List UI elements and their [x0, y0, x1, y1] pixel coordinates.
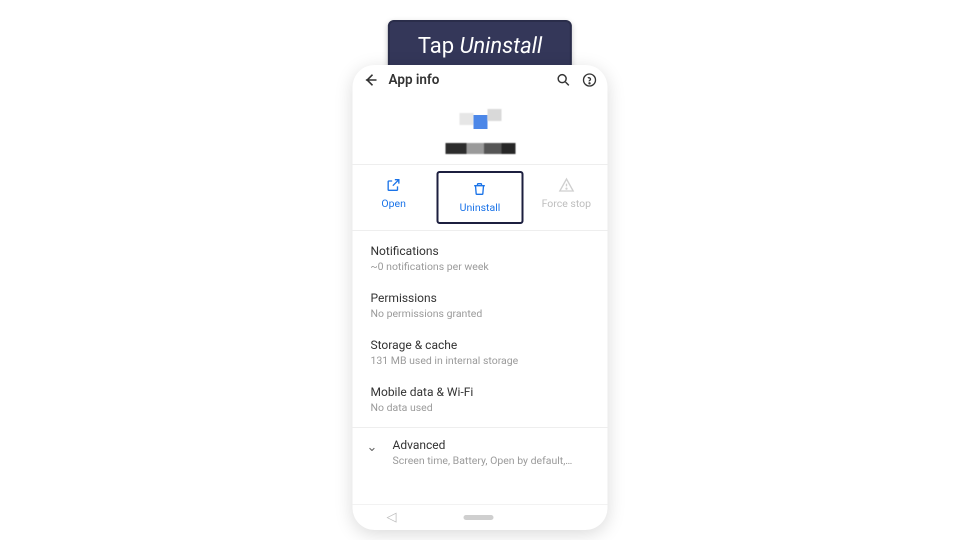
back-arrow-icon[interactable]: [363, 72, 379, 88]
row-label: Storage & cache: [371, 338, 590, 352]
open-button[interactable]: Open: [353, 169, 435, 226]
uninstall-button[interactable]: Uninstall: [437, 171, 523, 224]
phone-frame: App info Open Uninstall: [353, 65, 608, 530]
page-title: App info: [389, 72, 546, 88]
help-icon[interactable]: [582, 72, 598, 88]
row-label: Permissions: [371, 291, 590, 305]
row-label: Notifications: [371, 244, 590, 258]
row-label: Advanced: [393, 438, 573, 452]
storage-row[interactable]: Storage & cache 131 MB used in internal …: [353, 329, 608, 376]
app-header: [353, 95, 608, 164]
advanced-row[interactable]: ⌄ Advanced Screen time, Battery, Open by…: [353, 428, 608, 477]
notifications-row[interactable]: Notifications ~0 notifications per week: [353, 235, 608, 282]
app-bar: App info: [353, 65, 608, 95]
app-name-redacted: [445, 143, 515, 154]
row-subtitle: ~0 notifications per week: [371, 260, 590, 273]
permissions-row[interactable]: Permissions No permissions granted: [353, 282, 608, 329]
force-stop-label: Force stop: [542, 197, 591, 210]
row-subtitle: No permissions granted: [371, 307, 590, 320]
force-stop-button: Force stop: [525, 169, 607, 226]
open-label: Open: [381, 197, 406, 210]
row-subtitle: Screen time, Battery, Open by default, S…: [393, 454, 573, 467]
nav-back-icon[interactable]: ◁: [387, 510, 397, 525]
warning-icon: [558, 177, 574, 193]
search-icon[interactable]: [556, 72, 572, 88]
navigation-bar: ◁: [353, 504, 608, 530]
callout-target: Uninstall: [460, 34, 543, 59]
settings-list: Notifications ~0 notifications per week …: [353, 231, 608, 504]
action-bar: Open Uninstall Force stop: [353, 165, 608, 230]
trash-icon: [472, 181, 488, 197]
row-subtitle: No data used: [371, 401, 590, 414]
open-in-new-icon: [386, 177, 402, 193]
uninstall-label: Uninstall: [460, 201, 501, 214]
mobile-data-row[interactable]: Mobile data & Wi-Fi No data used: [353, 376, 608, 423]
chevron-down-icon: ⌄: [367, 440, 381, 455]
row-label: Mobile data & Wi-Fi: [371, 385, 590, 399]
callout-prefix: Tap: [418, 34, 460, 59]
app-icon: [459, 109, 501, 129]
row-subtitle: 131 MB used in internal storage: [371, 354, 590, 367]
nav-home-pill[interactable]: [464, 515, 494, 520]
